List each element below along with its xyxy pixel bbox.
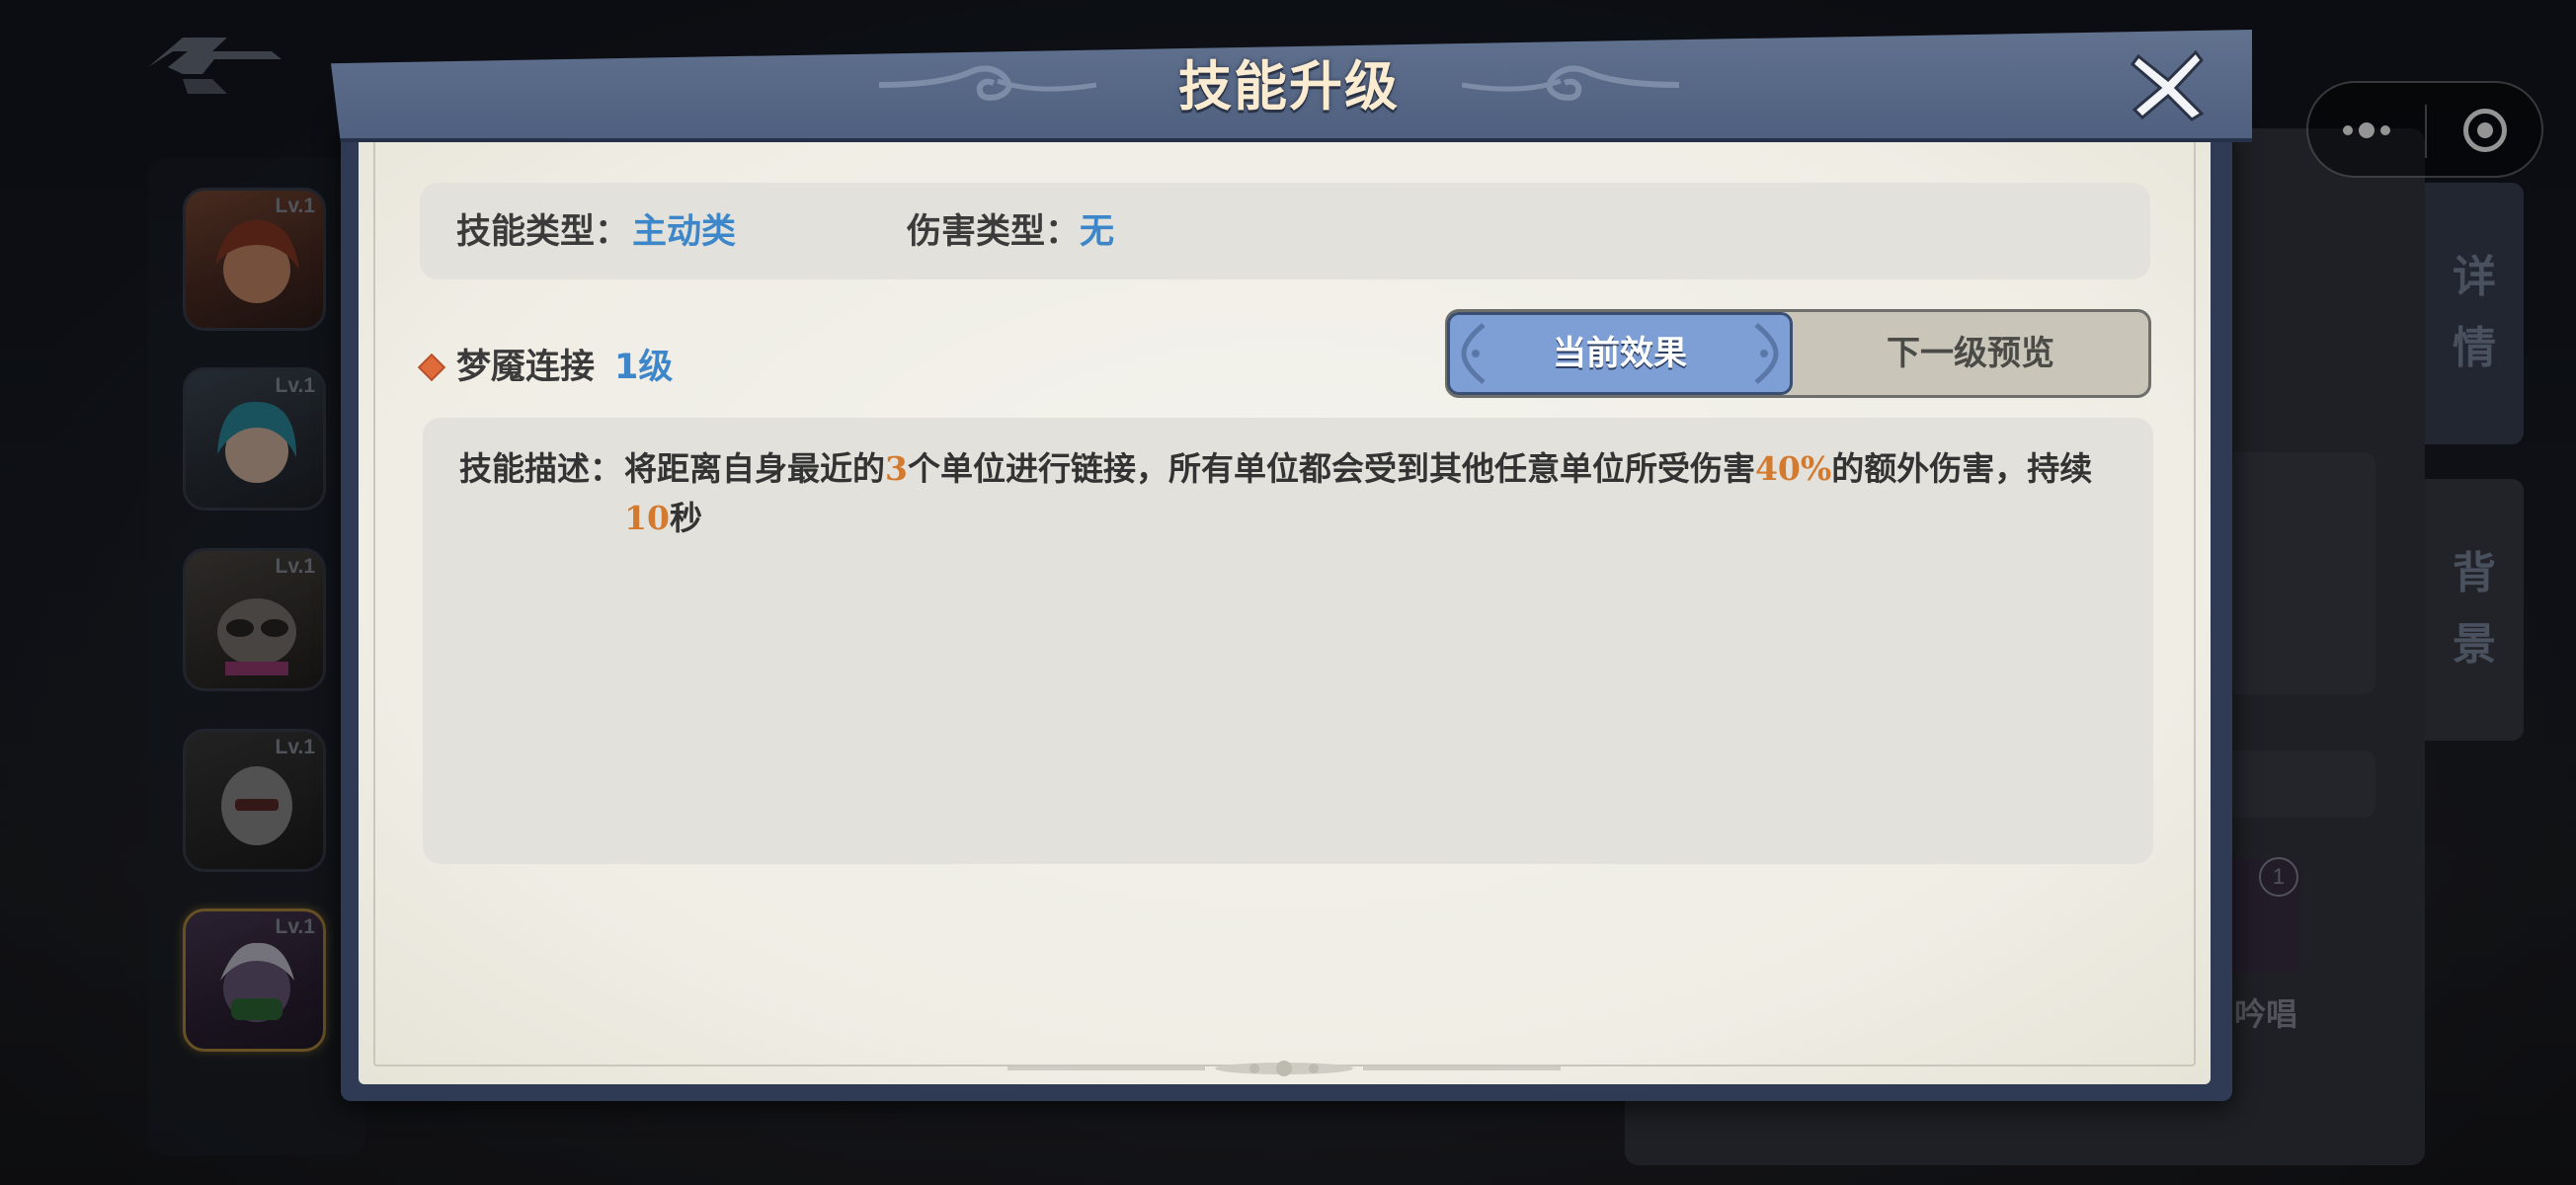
- skill-type-label: 技能类型：: [456, 212, 630, 252]
- title-ornament-left-icon: [879, 65, 1096, 101]
- description-number: 3: [885, 449, 908, 488]
- skill-level: 1级: [614, 348, 674, 387]
- description-part: 个单位进行链接，所有单位都会受到其他任意单位所受伤害: [907, 449, 1755, 488]
- tab-current-effect-label: 当前效果: [1553, 334, 1687, 373]
- damage-type-value: 无: [1080, 212, 1115, 252]
- description-number: 40%: [1754, 449, 1832, 488]
- skill-description-text: 将距离自身最近的3个单位进行链接，所有单位都会受到其他任意单位所受伤害40%的额…: [624, 444, 2106, 543]
- tab-next-level-preview-label: 下一级预览: [1887, 334, 2054, 373]
- bottom-ornament-icon: [1007, 1061, 1561, 1076]
- tab-current-effect[interactable]: 当前效果: [1447, 312, 1793, 395]
- skill-name: 梦魇连接: [456, 348, 596, 387]
- close-icon[interactable]: [2129, 44, 2208, 123]
- description-number: 10: [624, 499, 670, 537]
- skill-description-label: 技能描述：: [459, 449, 622, 488]
- damage-type-label: 伤害类型：: [907, 212, 1081, 252]
- title-ornament-right-icon: [1462, 65, 1679, 101]
- dialog-title: 技能升级: [1178, 55, 1400, 118]
- description-part: 的额外伤害，持续: [1831, 449, 2093, 488]
- description-part: 秒: [669, 499, 702, 537]
- tab-next-level-preview[interactable]: 下一级预览: [1793, 312, 2148, 395]
- skill-type-value: 主动类: [632, 212, 737, 252]
- description-part: 将距离自身最近的: [624, 449, 885, 488]
